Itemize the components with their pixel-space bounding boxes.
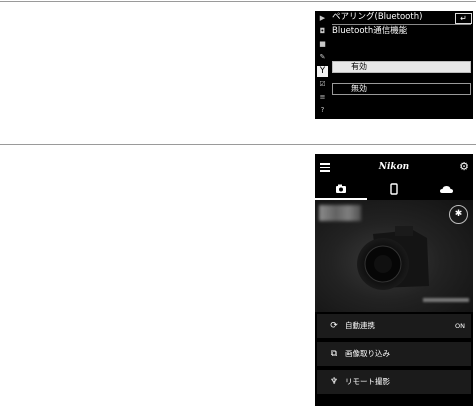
remote-icon: ♆ (329, 377, 339, 387)
camera-hero-image: ✱ (315, 200, 473, 312)
option-enabled[interactable]: 有効 (332, 61, 471, 73)
camera-menu-screen: ▶ ◘ ■ ✎ Y ☑ ≡ ? ペアリング(Bluetooth) ↵ Bluet… (315, 11, 473, 119)
camera-icon[interactable]: ◘ (318, 27, 327, 36)
tab-smartphone[interactable] (368, 180, 420, 200)
pencil-icon[interactable]: ✎ (318, 53, 327, 62)
middle-divider (0, 144, 476, 145)
menu-subtitle: Bluetooth通信機能 (332, 26, 408, 36)
retouch-icon[interactable]: ☑ (318, 80, 327, 89)
back-icon[interactable]: ↵ (455, 13, 472, 24)
row-label: リモート撮影 (345, 377, 390, 386)
remote-shooting-row[interactable]: ♆ リモート撮影 (317, 370, 471, 394)
option-disabled[interactable]: 無効 (332, 83, 471, 95)
row-label: 自動連携 (345, 321, 375, 330)
app-header: Nikon ⚙ (315, 154, 473, 180)
gear-icon[interactable]: ⚙ (458, 161, 470, 173)
title-underline (332, 24, 471, 25)
top-divider (0, 1, 476, 2)
help-icon[interactable]: ? (318, 106, 327, 115)
option-label: 有効 (351, 62, 367, 71)
cloud-icon (440, 186, 453, 193)
tab-camera[interactable] (315, 180, 367, 200)
playback-icon[interactable]: ▶ (318, 14, 327, 23)
menu-title: ペアリング(Bluetooth) (332, 12, 423, 22)
brand-logo: Nikon (378, 162, 410, 172)
option-label: 無効 (351, 84, 367, 93)
snapbridge-app-screen: Nikon ⚙ ✱ ⟳ 自動連携 ON ⧉ 画像取り込み ♆ リモート撮影 (315, 154, 473, 406)
menu-tab-strip: ▶ ◘ ■ ✎ Y ☑ ≡ ? (315, 11, 330, 119)
camera-illustration (357, 226, 429, 290)
smartphone-icon (390, 183, 398, 195)
image-import-row[interactable]: ⧉ 画像取り込み (317, 342, 471, 366)
movie-icon[interactable]: ■ (318, 40, 327, 49)
sync-icon: ⟳ (330, 321, 338, 331)
row-label: 画像取り込み (345, 349, 390, 358)
auto-link-row[interactable]: ⟳ 自動連携 ON (317, 314, 471, 338)
row-value: ON (455, 322, 465, 330)
camera-model-blurred (423, 298, 469, 302)
wrench-icon[interactable]: Y (317, 66, 328, 77)
tab-cloud[interactable] (421, 180, 473, 200)
tab-bar (315, 180, 473, 200)
camera-icon (336, 184, 346, 193)
import-icon: ⧉ (330, 349, 338, 359)
mymenu-icon[interactable]: ≡ (318, 93, 327, 102)
